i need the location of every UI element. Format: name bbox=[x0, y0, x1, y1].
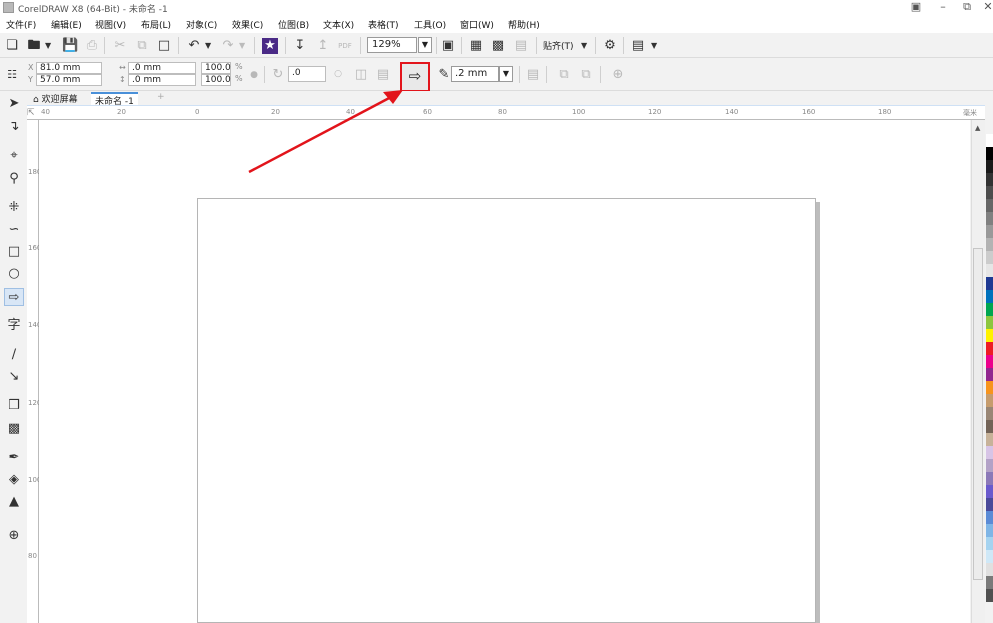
annotation-arrow-line bbox=[248, 94, 394, 174]
annotation-arrow bbox=[248, 90, 403, 174]
annotation-arrow-head bbox=[383, 90, 403, 104]
